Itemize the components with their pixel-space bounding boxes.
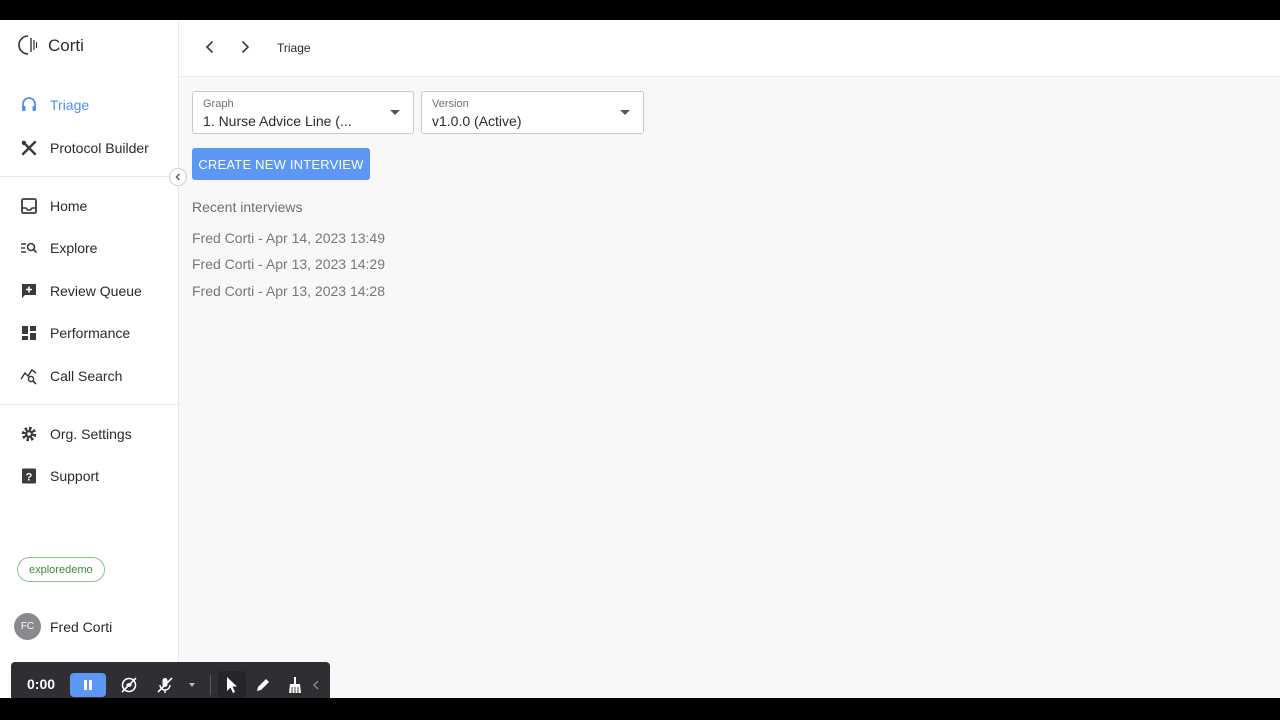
create-new-interview-button[interactable]: CREATE NEW INTERVIEW [192,148,370,180]
graph-select-value: 1. Nurse Advice Line (... [203,113,352,129]
sidebar-item-label: Support [50,468,100,484]
sidebar-item-org-settings[interactable]: Org. Settings [0,414,178,454]
mic-off-button[interactable] [154,674,176,696]
cursor-icon [227,677,237,693]
app-name: Corti [48,36,84,55]
sidebar-item-label: Org. Settings [50,426,132,442]
sidebar-item-home[interactable]: Home [0,186,178,226]
clear-drawing-button[interactable] [284,674,306,696]
chart-search-icon [19,367,38,386]
sidebar: Corti Triage Protocol Builder Home Explo… [0,20,179,698]
list-search-icon [19,239,38,258]
add-comment-icon [19,282,38,301]
sidebar-item-label: Home [50,198,88,214]
sidebar-item-triage[interactable]: Triage [0,85,178,125]
chevron-left-icon [175,173,180,181]
app-screen: Corti Triage Protocol Builder Home Explo… [0,20,1280,698]
collapse-sidebar-button[interactable] [169,168,187,186]
caret-down-icon [189,683,195,687]
sidebar-item-label: Call Search [50,368,123,384]
sidebar-item-call-search[interactable]: Call Search [0,356,178,396]
user-name: Fred Corti [50,618,113,635]
recording-timer: 0:00 [27,676,56,692]
pause-button[interactable] [70,673,106,697]
sidebar-item-label: Review Queue [50,283,142,299]
toolbar-divider [210,675,211,695]
caret-down-icon [620,110,630,115]
pause-icon [84,680,92,690]
chevron-right-icon [241,40,250,54]
forward-button[interactable] [234,36,256,58]
broom-icon [289,677,301,693]
sidebar-item-explore[interactable]: Explore [0,228,178,268]
sidebar-item-label: Performance [50,325,131,341]
sidebar-divider [0,176,178,177]
help-icon: ? [19,467,38,486]
recent-interviews-title: Recent interviews [192,199,303,215]
back-button[interactable] [199,36,221,58]
mic-options-dropdown[interactable] [187,674,197,696]
pen-tool-button[interactable] [252,674,274,696]
headset-icon [19,96,38,115]
version-select-label: Version [432,98,469,110]
corti-logo-icon [18,35,38,55]
recorder-toolbar: 0:00 [11,662,330,698]
camera-off-icon [121,677,137,693]
version-select-value: v1.0.0 (Active) [432,113,522,129]
collapse-toolbar-button[interactable] [310,674,322,696]
gear-icon [19,425,38,444]
mic-off-icon [157,677,173,693]
graph-select-label: Graph [203,98,234,110]
sidebar-item-support[interactable]: ? Support [0,456,178,496]
breadcrumb: Triage [277,41,311,55]
sidebar-item-review-queue[interactable]: Review Queue [0,271,178,311]
sidebar-item-label: Explore [50,240,98,256]
version-select[interactable]: Version v1.0.0 (Active) [421,91,644,134]
list-item[interactable]: Fred Corti - Apr 13, 2023 14:28 [192,283,385,299]
top-bar: Triage [179,20,1280,77]
graph-select[interactable]: Graph 1. Nurse Advice Line (... [192,91,414,134]
inbox-icon [19,197,38,216]
sidebar-divider [0,404,178,405]
sidebar-item-label: Triage [50,97,90,113]
org-chip[interactable]: exploredemo [17,557,105,582]
chevron-left-icon [313,680,319,690]
sidebar-item-protocol-builder[interactable]: Protocol Builder [0,128,178,168]
app-logo[interactable]: Corti [17,34,84,56]
list-item[interactable]: Fred Corti - Apr 14, 2023 13:49 [192,230,385,246]
chevron-left-icon [205,40,214,54]
sidebar-item-performance[interactable]: Performance [0,313,178,353]
list-item[interactable]: Fred Corti - Apr 13, 2023 14:29 [192,256,385,272]
caret-down-icon [390,110,400,115]
tools-icon [19,139,38,158]
camera-off-button[interactable] [118,674,140,696]
pencil-icon [257,679,269,691]
avatar: FC [14,613,41,640]
sidebar-item-label: Protocol Builder [50,140,149,156]
dashboard-icon [19,324,38,343]
svg-text:?: ? [25,472,32,484]
user-profile[interactable]: FC Fred Corti [14,613,112,640]
cursor-tool[interactable] [221,674,243,696]
